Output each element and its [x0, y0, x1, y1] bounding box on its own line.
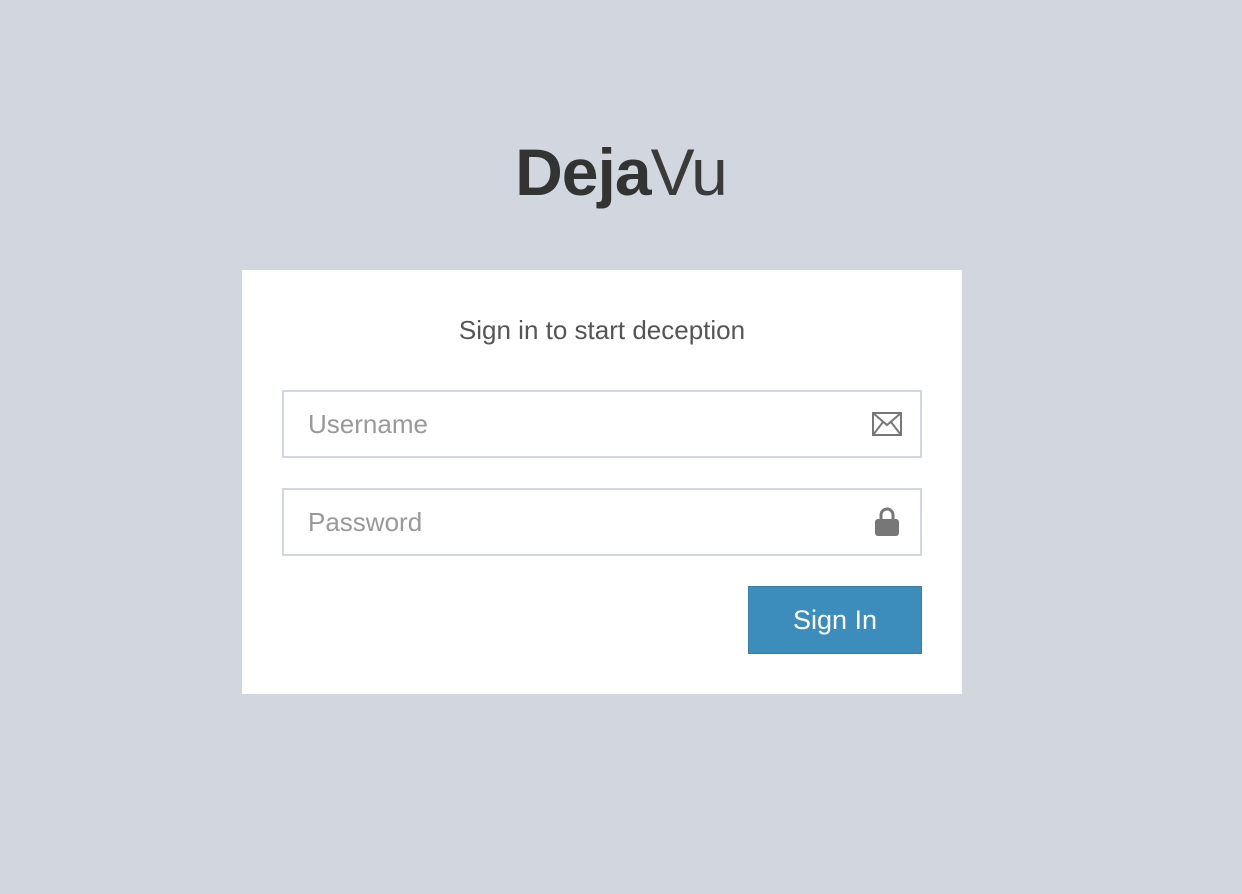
- login-box: Sign in to start deception Sign In: [242, 270, 962, 694]
- password-input[interactable]: [284, 490, 844, 554]
- lock-icon: [872, 507, 902, 536]
- app-logo: DejaVu: [0, 132, 1242, 212]
- envelope-icon: [872, 410, 902, 438]
- logo-light-text: Vu: [650, 135, 728, 209]
- username-input[interactable]: [284, 392, 844, 456]
- password-field: [282, 488, 922, 556]
- login-box-message: Sign in to start deception: [458, 315, 746, 345]
- logo-bold-text: Deja: [515, 135, 651, 209]
- username-field: [282, 390, 922, 458]
- sign-in-button[interactable]: Sign In: [748, 586, 922, 654]
